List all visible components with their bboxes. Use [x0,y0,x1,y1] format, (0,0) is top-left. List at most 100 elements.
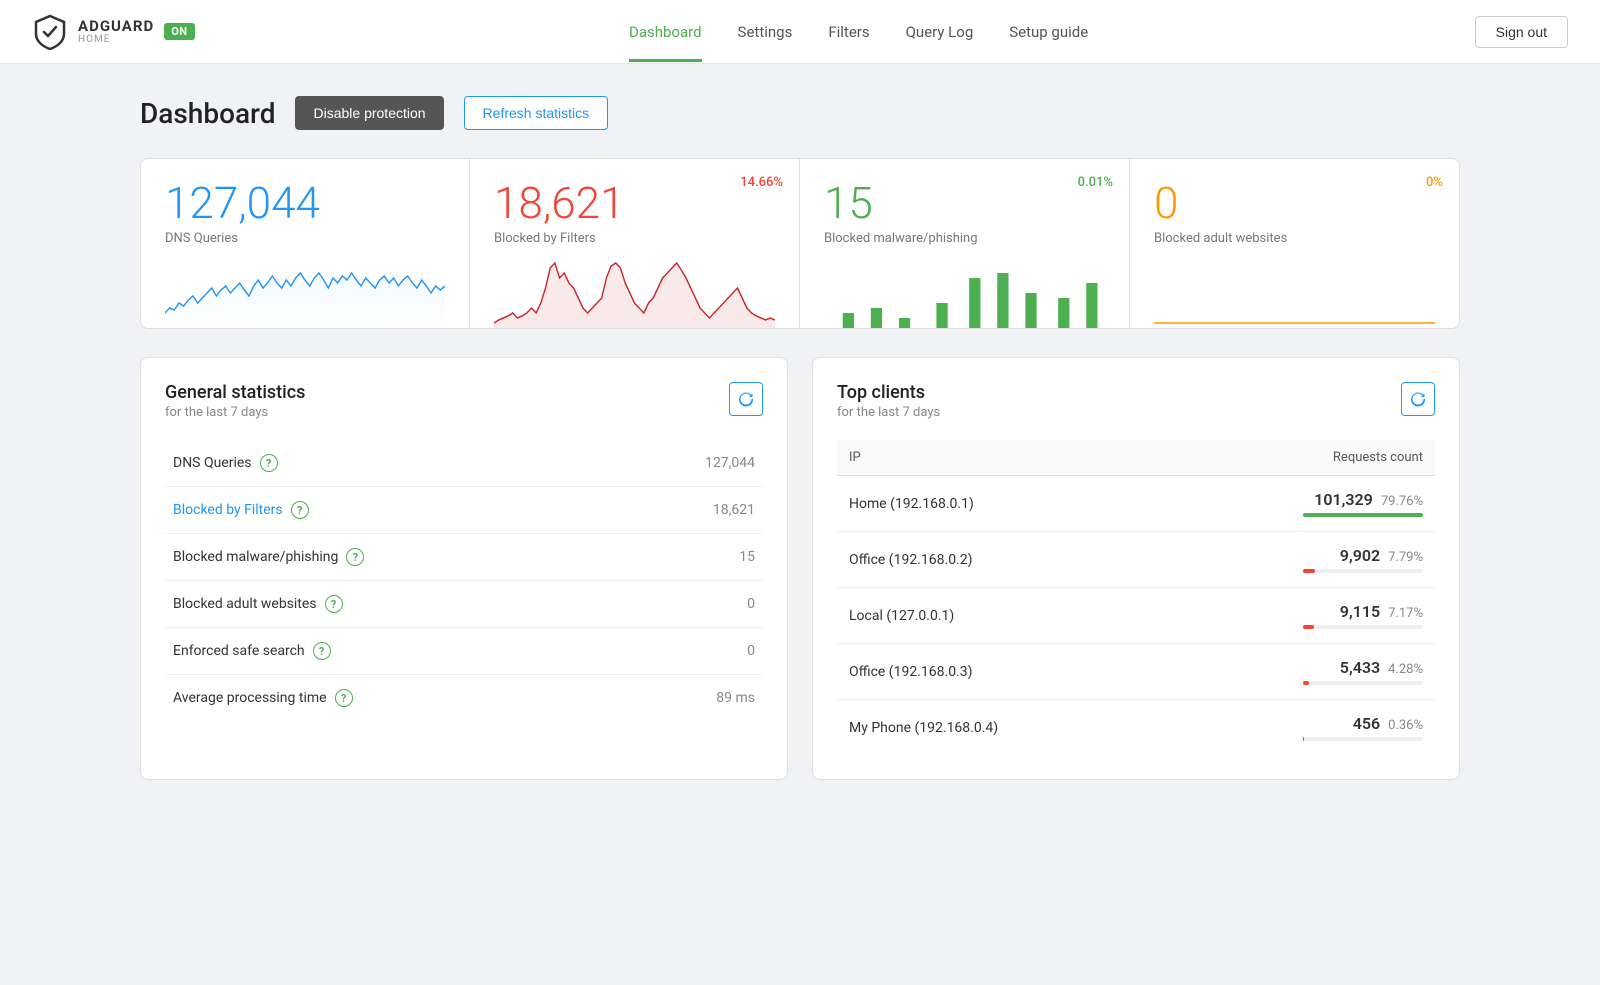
refresh-statistics-button[interactable]: Refresh statistics [464,96,609,130]
panel-title-group: General statistics for the last 7 days [165,382,305,420]
requests-top: 5,433 4.28% [1340,658,1423,677]
client-name: Office (192.168.0.3) [837,644,1164,700]
req-pct: 0.36% [1388,718,1423,733]
brand-sub: HOME [78,34,154,45]
stat-number: 15 [824,179,1105,227]
req-bar-wrap [1303,513,1423,517]
requests-cell: 456 0.36% [1176,714,1424,741]
req-pct: 7.79% [1388,550,1423,565]
stat-row-label: Blocked malware/phishing ? [173,548,611,566]
requests-top: 9,902 7.79% [1340,546,1423,565]
general-stats-table: DNS Queries ? 127,044 Blocked by Filters… [165,440,763,721]
nav-filters[interactable]: Filters [828,1,869,62]
help-icon[interactable]: ? [313,642,331,660]
nav-setup-guide[interactable]: Setup guide [1009,1,1088,62]
page-title: Dashboard [140,97,275,130]
brand: ADGUARD HOME ON [32,14,195,50]
requests-top: 456 0.36% [1353,714,1423,733]
col-requests: Requests count [1164,440,1436,476]
chart-svg [1154,258,1435,328]
requests-cell: 5,433 4.28% [1176,658,1424,685]
table-row: Local (127.0.0.1) 9,115 7.17% [837,588,1435,644]
stat-label: Blocked by Filters [494,231,775,246]
stat-row-value: 18,621 [619,487,763,534]
panel-header: General statistics for the last 7 days [165,382,763,420]
stat-number: 0 [1154,179,1435,227]
disable-protection-button[interactable]: Disable protection [295,96,443,130]
stat-card-0: 127,044 DNS Queries [140,158,470,329]
table-row: Blocked by Filters ? 18,621 [165,487,763,534]
chart-area [824,258,1105,328]
client-requests: 456 0.36% [1164,700,1436,756]
client-name: Home (192.168.0.1) [837,476,1164,532]
req-bar [1303,569,1315,573]
requests-cell: 101,329 79.76% [1176,490,1424,517]
req-bar [1303,681,1309,685]
nav-dashboard[interactable]: Dashboard [629,1,702,62]
brand-logo-icon [32,14,68,50]
stat-row-label: Average processing time ? [173,689,611,707]
table-header-row: IP Requests count [837,440,1435,476]
top-clients-title: Top clients [837,382,940,403]
col-ip: IP [837,440,1164,476]
sign-out-button[interactable]: Sign out [1475,16,1568,48]
clients-table: IP Requests count Home (192.168.0.1) 101… [837,440,1435,755]
req-count: 9,902 [1340,546,1380,565]
general-stats-subtitle: for the last 7 days [165,405,305,420]
page-header: Dashboard Disable protection Refresh sta… [140,96,1460,130]
stat-row-label: Enforced safe search ? [173,642,611,660]
stat-label: DNS Queries [165,231,445,246]
chart-area [165,258,445,328]
main-content: Dashboard Disable protection Refresh sta… [100,64,1500,812]
refresh-icon [1410,391,1426,407]
stat-row-value: 15 [619,534,763,581]
help-icon[interactable]: ? [291,501,309,519]
top-clients-title-group: Top clients for the last 7 days [837,382,940,420]
refresh-icon [738,391,754,407]
client-name: Local (127.0.0.1) [837,588,1164,644]
stat-row-value: 89 ms [619,675,763,722]
req-count: 101,329 [1314,490,1373,509]
chart-area [1154,258,1435,328]
client-name: Office (192.168.0.2) [837,532,1164,588]
stat-cards-row: 127,044 DNS Queries 14.66% 18,621 Blocke… [140,158,1460,329]
help-icon[interactable]: ? [260,454,278,472]
nav-settings[interactable]: Settings [738,1,793,62]
nav-query-log[interactable]: Query Log [906,1,974,62]
stat-percent: 0% [1426,175,1443,190]
brand-name: ADGUARD [78,18,154,35]
table-row: Office (192.168.0.2) 9,902 7.79% [837,532,1435,588]
chart-svg [824,258,1105,328]
status-badge: ON [164,23,194,40]
req-bar-wrap [1303,681,1423,685]
client-name: My Phone (192.168.0.4) [837,700,1164,756]
top-clients-panel: Top clients for the last 7 days IP Reque… [812,357,1460,780]
req-count: 9,115 [1340,602,1380,621]
stat-card-2: 0.01% 15 Blocked malware/phishing [800,158,1130,329]
table-row: DNS Queries ? 127,044 [165,440,763,487]
req-bar-wrap [1303,737,1423,741]
navbar: ADGUARD HOME ON Dashboard Settings Filte… [0,0,1600,64]
requests-cell: 9,902 7.79% [1176,546,1424,573]
top-clients-refresh-button[interactable] [1401,382,1435,416]
stat-label: Blocked adult websites [1154,231,1435,246]
table-row: Blocked malware/phishing ? 15 [165,534,763,581]
stat-row-value: 127,044 [619,440,763,487]
req-count: 5,433 [1340,658,1380,677]
req-bar [1303,625,1314,629]
general-stats-refresh-button[interactable] [729,382,763,416]
stat-row-label: DNS Queries ? [173,454,611,472]
table-row: Office (192.168.0.3) 5,433 4.28% [837,644,1435,700]
table-row: Average processing time ? 89 ms [165,675,763,722]
stat-percent: 0.01% [1078,175,1113,190]
req-bar [1303,737,1304,741]
chart-svg [494,258,775,328]
requests-top: 101,329 79.76% [1314,490,1423,509]
client-requests: 101,329 79.76% [1164,476,1436,532]
chart-area [494,258,775,328]
help-icon[interactable]: ? [325,595,343,613]
table-row: Home (192.168.0.1) 101,329 79.76% [837,476,1435,532]
help-icon[interactable]: ? [346,548,364,566]
help-icon[interactable]: ? [335,689,353,707]
req-bar-wrap [1303,625,1423,629]
